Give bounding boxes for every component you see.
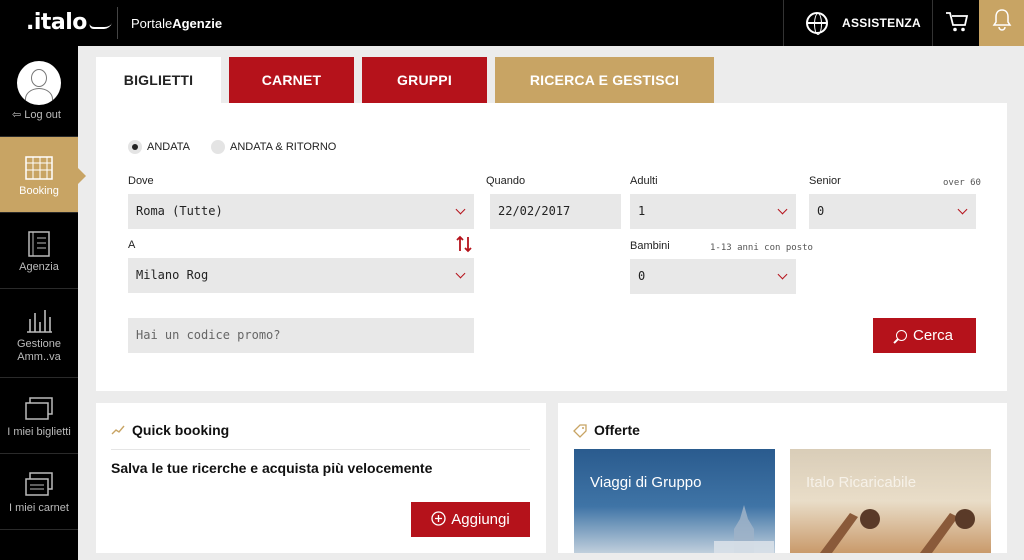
top-bar: .italo PortaleAgenzie ASSISTENZA bbox=[0, 0, 1024, 46]
cart-button[interactable] bbox=[932, 0, 979, 46]
swap-stations-icon[interactable] bbox=[454, 234, 474, 254]
search-button[interactable]: Cerca bbox=[873, 318, 976, 353]
tab-ricerca-gestisci[interactable]: RICERCA E GESTISCI BIGLIETTI bbox=[495, 57, 714, 134]
portal-title-prefix: Portale bbox=[131, 16, 173, 31]
from-select[interactable]: Roma (Tutte) bbox=[128, 194, 474, 229]
add-button-label: Aggiungi bbox=[451, 511, 510, 528]
to-label: A bbox=[128, 239, 136, 251]
italo-logo[interactable]: .italo bbox=[26, 10, 113, 35]
radio-label: ANDATA & RITORNO bbox=[230, 141, 337, 153]
cart-icon bbox=[946, 12, 969, 32]
radio-dot bbox=[211, 140, 225, 154]
avatar[interactable] bbox=[17, 61, 61, 105]
tab-carnet[interactable]: CARNET bbox=[229, 57, 354, 103]
date-value: 22/02/2017 bbox=[498, 204, 571, 218]
adults-label: Adulti bbox=[630, 175, 658, 187]
radio-one-way[interactable]: ANDATA bbox=[128, 140, 190, 154]
chevron-down-icon bbox=[777, 269, 788, 280]
logo-text: .italo bbox=[26, 10, 87, 35]
to-select[interactable]: Milano Rog bbox=[128, 258, 474, 293]
children-hint: 1-13 anni con posto bbox=[710, 243, 813, 253]
add-button[interactable]: Aggiungi bbox=[411, 502, 530, 537]
offer-viaggi-gruppo[interactable]: Viaggi di Gruppo bbox=[574, 449, 775, 553]
from-label: Dove bbox=[128, 175, 154, 187]
sidebar-item-label: Gestione Amm..va bbox=[16, 338, 62, 363]
assistance-button[interactable]: ASSISTENZA bbox=[783, 0, 932, 46]
logout-icon: ⇦ bbox=[12, 109, 22, 121]
globe-icon bbox=[806, 12, 828, 35]
sidebar-item-label: I miei biglietti bbox=[7, 426, 71, 438]
senior-select[interactable]: 0 bbox=[809, 194, 976, 229]
sidebar-item-booking[interactable]: Booking bbox=[0, 137, 86, 213]
adults-value: 1 bbox=[638, 204, 646, 218]
sidebar-item-agenzia[interactable]: Agenzia bbox=[0, 213, 78, 289]
to-value: Milano Rog bbox=[136, 268, 209, 282]
search-icon bbox=[895, 330, 907, 341]
tab-biglietti[interactable]: BIGLIETTI bbox=[96, 57, 221, 103]
offers-title: Offerte bbox=[594, 422, 640, 438]
assistance-label: ASSISTENZA bbox=[842, 16, 922, 30]
logout-link[interactable]: ⇦ Log out bbox=[12, 108, 61, 121]
sidebar-item-label: Agenzia bbox=[19, 261, 59, 273]
profile-block: ⇦ Log out bbox=[0, 46, 78, 137]
carnet-stack-icon bbox=[25, 472, 53, 496]
booking-icon bbox=[25, 156, 53, 180]
header-divider bbox=[117, 7, 118, 39]
senior-hint: over 60 bbox=[943, 178, 981, 188]
sidebar-item-gestione[interactable]: Gestione Amm..va bbox=[0, 289, 78, 378]
agency-book-icon bbox=[28, 231, 50, 257]
radio-dot-selected bbox=[128, 140, 142, 154]
children-select[interactable]: 0 bbox=[630, 259, 796, 294]
portal-title: PortaleAgenzie bbox=[131, 16, 222, 31]
card-divider bbox=[111, 449, 530, 450]
senior-label: Senior bbox=[809, 175, 841, 187]
radio-round-trip[interactable]: ANDATA & RITORNO bbox=[211, 140, 336, 154]
children-value: 0 bbox=[638, 269, 646, 283]
logout-label: Log out bbox=[24, 109, 61, 121]
tab-gruppi[interactable]: GRUPPI bbox=[362, 57, 487, 103]
logo-swoosh-icon bbox=[87, 23, 113, 29]
date-field[interactable]: 22/02/2017 bbox=[490, 194, 621, 229]
from-value: Roma (Tutte) bbox=[136, 204, 223, 218]
portal-title-bold: Agenzie bbox=[172, 16, 223, 31]
sidebar-item-label: I miei carnet bbox=[9, 502, 69, 514]
chevron-down-icon bbox=[455, 204, 466, 215]
quick-booking-card: Quick booking Salva le tue ricerche e ac… bbox=[96, 403, 546, 553]
quick-booking-title: Quick booking bbox=[132, 422, 230, 438]
adults-select[interactable]: 1 bbox=[630, 194, 796, 229]
radio-label: ANDATA bbox=[147, 141, 190, 153]
plus-circle-icon bbox=[431, 511, 446, 526]
chevron-down-icon bbox=[777, 204, 788, 215]
promo-placeholder: Hai un codice promo? bbox=[136, 328, 281, 342]
bar-chart-icon bbox=[27, 310, 52, 333]
trend-icon bbox=[111, 425, 125, 435]
offer-italo-ricaricabile[interactable]: Italo Ricaricabile bbox=[790, 449, 991, 553]
monument-image bbox=[714, 505, 774, 553]
quick-booking-text: Salva le tue ricerche e acquista più vel… bbox=[111, 460, 433, 476]
beach-chairs-image bbox=[820, 509, 975, 553]
chevron-down-icon bbox=[455, 268, 466, 279]
sidebar: ⇦ Log out Booking Agenzia Gestione Amm..… bbox=[0, 46, 86, 560]
search-panel: ANDATA ANDATA & RITORNO Dove Roma (Tutte… bbox=[96, 103, 1007, 391]
bell-icon bbox=[992, 9, 1012, 31]
offers-card: Offerte Viaggi di Gruppo Italo Ricaricab… bbox=[558, 403, 1007, 553]
date-label: Quando bbox=[486, 175, 526, 187]
sidebar-item-carnet[interactable]: I miei carnet bbox=[0, 454, 78, 530]
children-label: Bambini bbox=[630, 240, 670, 252]
search-button-label: Cerca bbox=[912, 327, 953, 344]
tag-icon bbox=[573, 424, 587, 438]
chevron-down-icon bbox=[957, 204, 968, 215]
notifications-button[interactable] bbox=[979, 0, 1024, 46]
tickets-stack-icon bbox=[25, 397, 53, 420]
sidebar-item-label: Booking bbox=[19, 185, 59, 197]
senior-value: 0 bbox=[817, 204, 825, 218]
promo-code-input[interactable]: Hai un codice promo? bbox=[128, 318, 474, 353]
offer-title: Viaggi di Gruppo bbox=[590, 474, 702, 491]
sidebar-item-tickets[interactable]: I miei biglietti bbox=[0, 378, 78, 454]
